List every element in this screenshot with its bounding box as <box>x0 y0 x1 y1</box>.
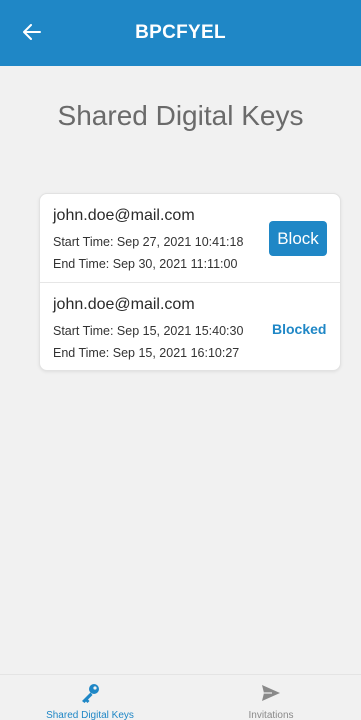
nav-label: Invitations <box>248 710 294 720</box>
key-start-time: Start Time: Sep 15, 2021 15:40:30 <box>53 324 244 338</box>
shared-keys-card: john.doe@mail.com Start Time: Sep 27, 20… <box>39 193 341 371</box>
send-icon <box>259 681 283 705</box>
key-email: john.doe@mail.com <box>53 296 195 313</box>
app-bar: BPCFYEL <box>0 0 361 66</box>
key-row: john.doe@mail.com Start Time: Sep 15, 20… <box>40 283 340 370</box>
tab-invitations[interactable]: Invitations <box>181 675 361 720</box>
key-icon <box>78 681 102 705</box>
blocked-status-label: Blocked <box>272 321 327 337</box>
back-button[interactable] <box>20 20 44 44</box>
page-title: Shared Digital Keys <box>57 100 304 131</box>
tab-shared-digital-keys[interactable]: Shared Digital Keys <box>0 675 180 720</box>
app-title: BPCFYEL <box>135 22 226 43</box>
key-email: john.doe@mail.com <box>53 207 195 224</box>
bottom-nav: Shared Digital Keys Invitations <box>0 674 361 720</box>
arrow-left-icon <box>23 24 41 40</box>
key-end-time: End Time: Sep 30, 2021 11:11:00 <box>53 257 238 271</box>
nav-label: Shared Digital Keys <box>46 710 134 720</box>
block-button[interactable]: Block <box>269 221 327 256</box>
key-row: john.doe@mail.com Start Time: Sep 27, 20… <box>40 194 340 282</box>
key-end-time: End Time: Sep 15, 2021 16:10:27 <box>53 346 240 360</box>
key-start-time: Start Time: Sep 27, 2021 10:41:18 <box>53 235 244 249</box>
